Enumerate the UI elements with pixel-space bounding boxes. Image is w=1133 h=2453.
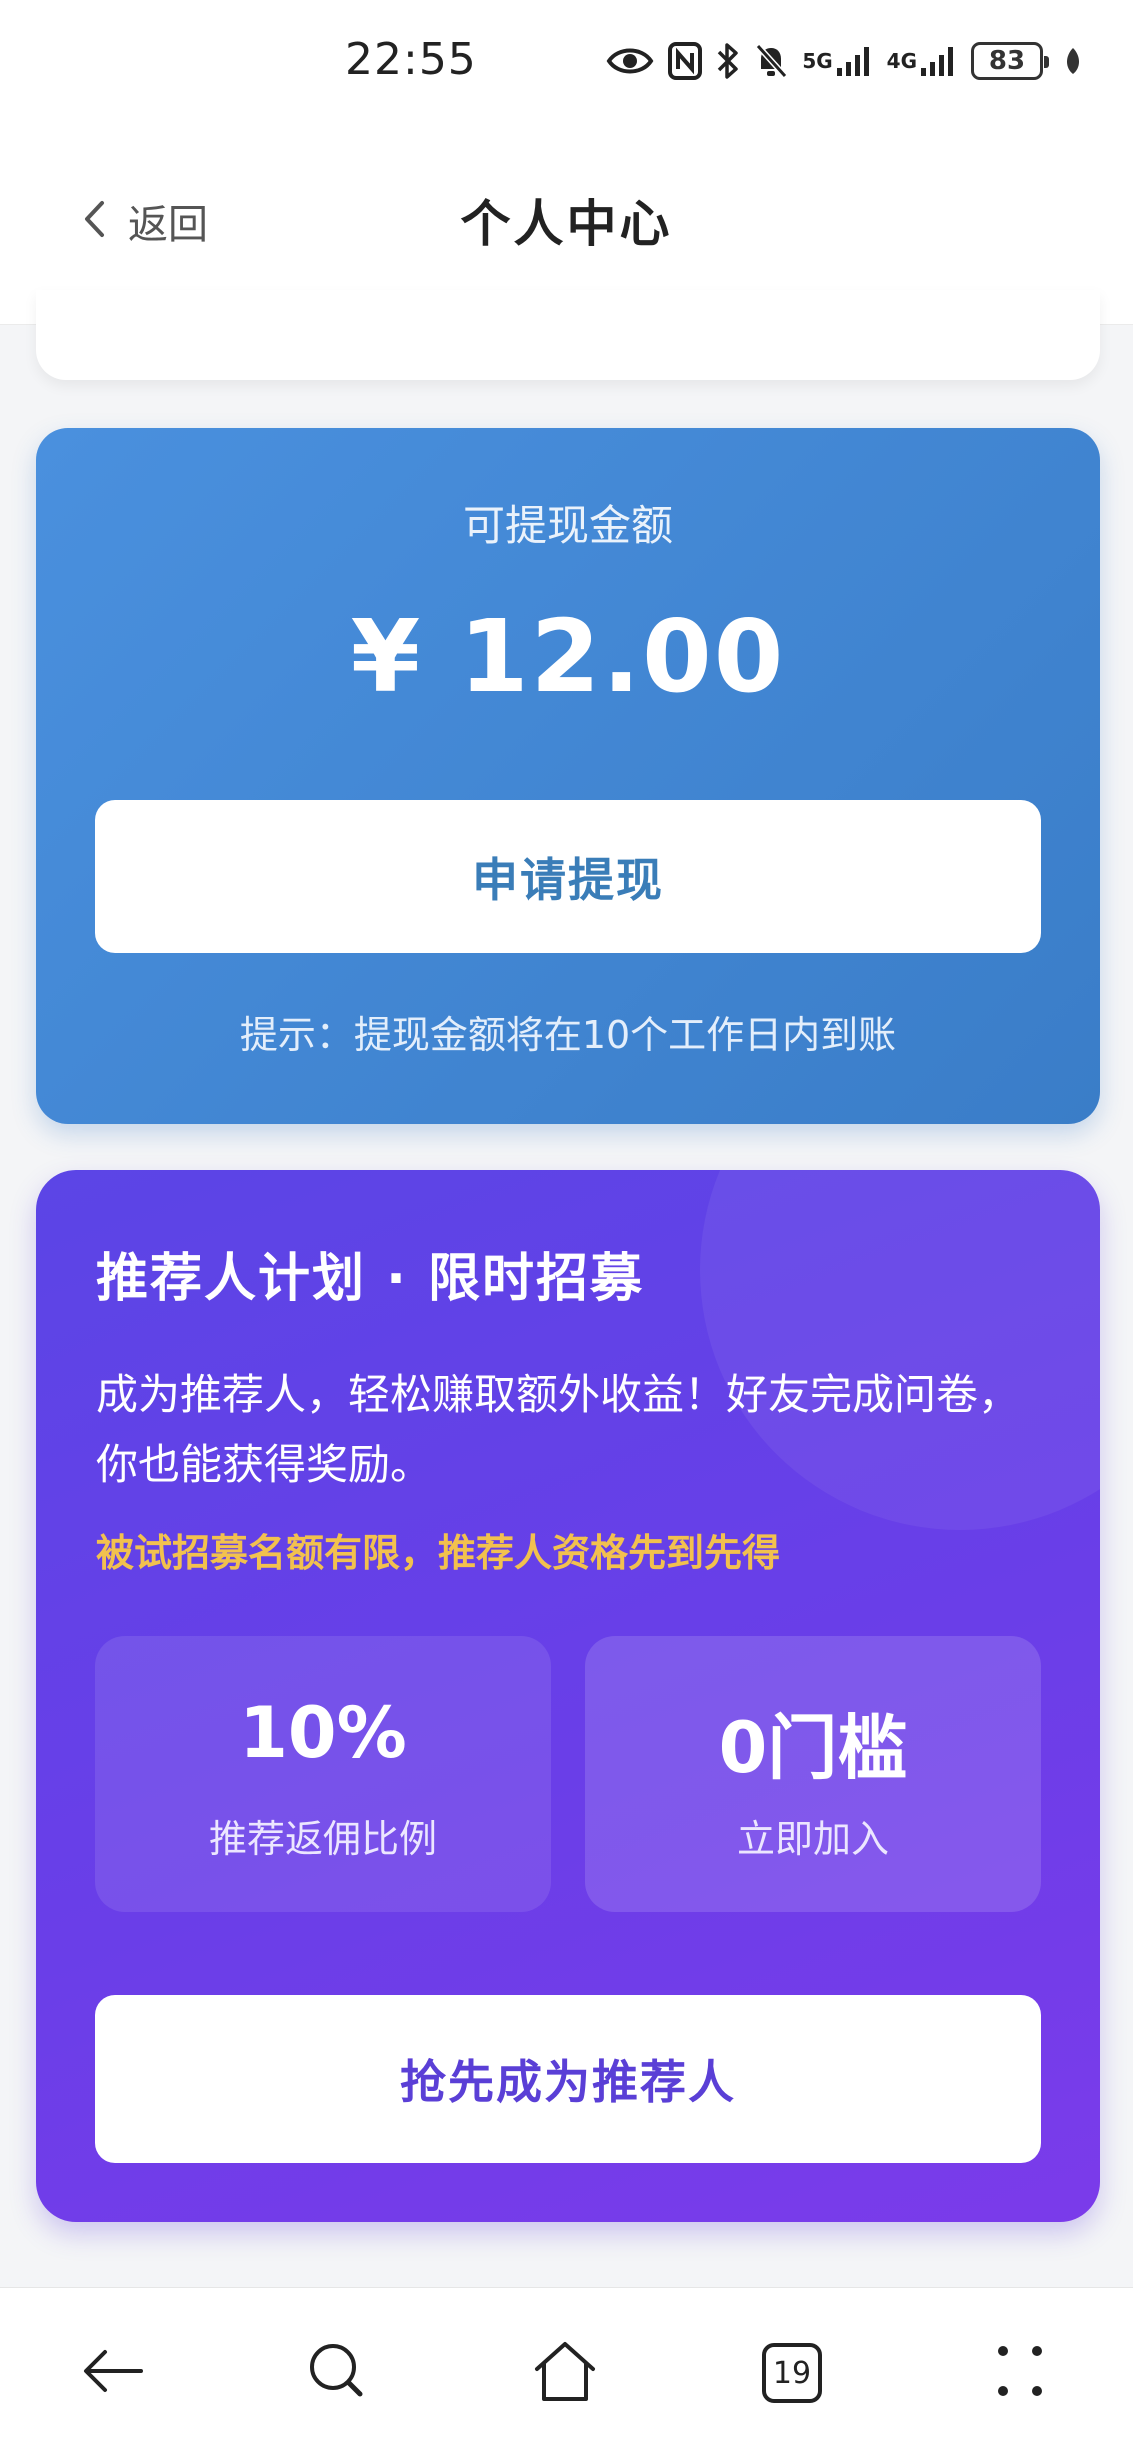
browser-bottom-nav: 19 (0, 2287, 1133, 2453)
nav-home-button[interactable] (520, 2328, 610, 2418)
referral-title: 推荐人计划 · 限时招募 (96, 1249, 644, 1309)
signal-4g-icon: 4G (887, 39, 957, 83)
withdraw-tip: 提示：提现金额将在10个工作日内到账 (239, 1013, 897, 1057)
profile-card-partial (36, 290, 1100, 380)
nfc-icon (668, 39, 703, 83)
withdraw-card: 可提现金额 ¥ 12.00 申请提现 提示：提现金额将在10个工作日内到账 (36, 428, 1100, 1124)
leaf-icon (1063, 39, 1083, 83)
nav-more-button[interactable] (975, 2328, 1065, 2418)
nav-search-button[interactable] (292, 2328, 382, 2418)
referral-highlight: 被试招募名额有限，推荐人资格先到先得 (96, 1531, 781, 1575)
stat-threshold: 0门槛 立即加入 (585, 1636, 1041, 1912)
home-icon (532, 2339, 598, 2407)
stat-value: 10% (239, 1692, 407, 1774)
referral-card: 推荐人计划 · 限时招募 成为推荐人，轻松赚取额外收益！好友完成问卷，你也能获得… (36, 1170, 1100, 2222)
search-icon (306, 2340, 368, 2406)
mute-bell-icon (754, 39, 788, 83)
bluetooth-icon (716, 39, 740, 83)
arrow-left-icon (81, 2346, 145, 2400)
network-5g-label: 5G (802, 49, 833, 73)
apply-withdraw-button[interactable]: 申请提现 (95, 800, 1041, 953)
signal-5g-icon: 5G (802, 39, 872, 83)
withdraw-label: 可提现金额 (462, 501, 673, 550)
stat-label: 推荐返佣比例 (208, 1817, 437, 1861)
tab-count: 19 (762, 2343, 822, 2403)
become-referrer-button[interactable]: 抢先成为推荐人 (95, 1995, 1041, 2163)
nav-tabs-button[interactable]: 19 (747, 2328, 837, 2418)
battery-indicator: 83 (971, 42, 1049, 80)
status-bar: 22:55 5G 4G 83 (0, 0, 1133, 120)
stat-value: 0门槛 (718, 1707, 908, 1789)
page-title: 个人中心 (460, 195, 673, 253)
status-icons: 5G 4G 83 (606, 36, 1083, 86)
withdraw-amount: ¥ 12.00 (350, 598, 786, 715)
referral-description: 成为推荐人，轻松赚取额外收益！好友完成问卷，你也能获得奖励。 (96, 1370, 1021, 1489)
more-dots-icon (995, 2343, 1045, 2403)
status-time: 22:55 (345, 34, 477, 85)
nav-back-button[interactable] (68, 2328, 158, 2418)
network-4g-label: 4G (886, 49, 917, 73)
eye-icon (606, 39, 654, 83)
stat-label: 立即加入 (736, 1817, 889, 1861)
stat-commission: 10% 推荐返佣比例 (95, 1636, 551, 1912)
